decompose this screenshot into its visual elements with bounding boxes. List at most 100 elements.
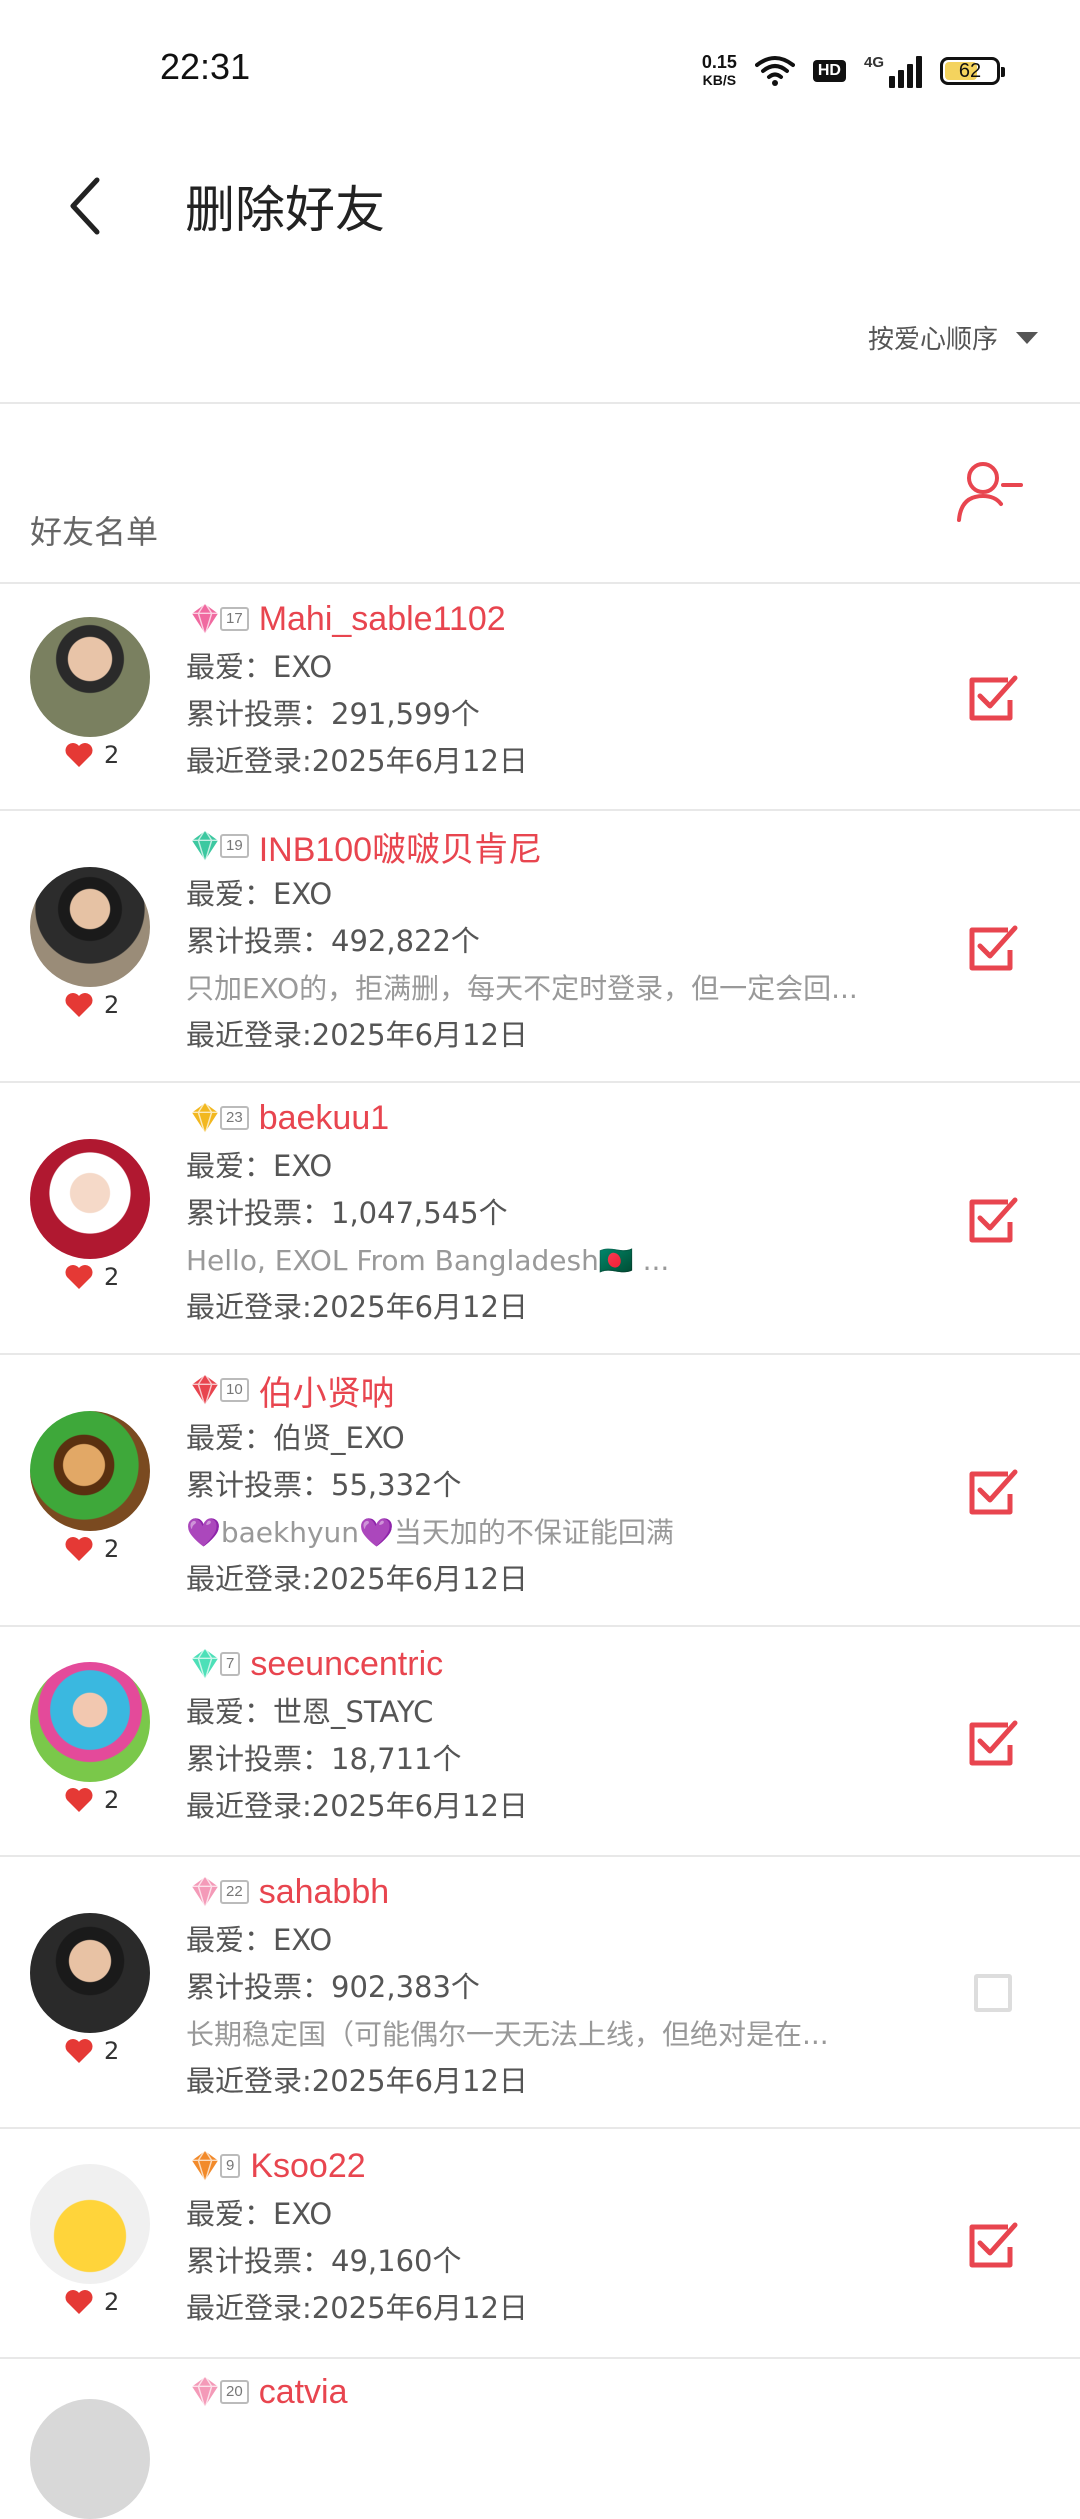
total-votes: 累计投票：55,332个 (186, 1468, 462, 1502)
checkbox-checked-icon[interactable] (968, 1194, 1018, 1244)
gem-icon (189, 1646, 221, 1683)
friend-name[interactable]: sahabbh (259, 1873, 389, 1912)
level-number: 22 (220, 1880, 249, 1904)
bio-text: 只加EXO的，拒满删，每天不定时登录，但一定会回... (186, 972, 858, 1005)
friend-row[interactable]: 2 19 INB100啵啵贝肯尼最爱：EXO 累计投票：492,822个只加EXO的，… (0, 811, 1080, 1083)
avatar[interactable] (30, 2164, 150, 2284)
cell-signal-icon: 4G (864, 54, 922, 88)
level-number: 23 (220, 1106, 249, 1130)
list-title: 好友名单 (30, 513, 159, 551)
likes-count: 2 (64, 741, 119, 769)
name-line: 9 Ksoo22 (186, 2141, 940, 2191)
friend-info: 10 伯小贤呐 最爱：伯贤_EXO 累计投票：55,332个 💜baekhyun💜当天加… (186, 1365, 940, 1603)
likes-count: 2 (64, 2288, 119, 2316)
friend-name[interactable]: INB100啵啵贝肯尼 (259, 822, 542, 871)
level-badge: 10 (186, 1371, 249, 1409)
likes-count: 2 (64, 991, 119, 1019)
avatar[interactable] (30, 867, 150, 987)
likes-value: 2 (104, 1786, 120, 1814)
friend-row[interactable]: 2 10 伯小贤呐 最爱：伯贤_EXO 累计投票：55,332个 💜baekhyun💜当天… (0, 1355, 1080, 1627)
total-votes: 累计投票：492,822个 (186, 924, 480, 958)
likes-value: 2 (104, 1535, 120, 1563)
avatar[interactable] (30, 1139, 150, 1259)
friend-row[interactable]: 2 22 sahabbh 最爱：EXO 累计投票：902,383个 长期稳定国（可能偶尔一… (0, 1857, 1080, 2129)
status-icons: 0.15 KB/S HD 4G 62 (701, 48, 1005, 94)
checkbox-unchecked[interactable] (974, 1974, 1012, 2012)
friend-name[interactable]: Mahi_sable1102 (259, 600, 506, 639)
sort-label: 按爱心顺序 (867, 325, 998, 355)
name-line: 10 伯小贤呐 (186, 1365, 940, 1415)
avatar[interactable] (30, 2399, 150, 2519)
bio-text: 💜baekhyun💜当天加的不保证能回满 (186, 1516, 674, 1549)
checkbox-checked-icon[interactable] (968, 672, 1018, 722)
sort-dropdown[interactable]: 按爱心顺序 (868, 319, 1038, 356)
heart-icon (65, 993, 93, 1017)
network-speed-unit: KB/S (702, 72, 737, 88)
likes-value: 2 (104, 1263, 120, 1291)
last-login: 最近登录:2025年6月12日 (186, 1562, 528, 1596)
friend-info: 9 Ksoo22 最爱：EXO 累计投票：49,160个 最近登录:2025年6月12日 (186, 2141, 940, 2332)
friend-info: 22 sahabbh 最爱：EXO 累计投票：902,383个 长期稳定国（可能偶尔一天… (186, 1867, 940, 2105)
name-line: 23 baekuu1 (186, 1093, 940, 1143)
friend-info: 23 baekuu1 最爱：EXO 累计投票：1,047,545个 Hello, EXO… (186, 1093, 940, 1331)
gem-icon (189, 1874, 221, 1911)
heart-icon (65, 2290, 93, 2314)
gem-icon (189, 2374, 221, 2411)
level-badge: 17 (186, 600, 249, 638)
remove-friend-button[interactable] (955, 458, 1025, 528)
friend-row[interactable]: 2 7 seeuncentric 最爱：世恩_STAYC 累计投票：18,711个 最近登… (0, 1627, 1080, 1857)
friend-name[interactable]: baekuu1 (259, 1099, 389, 1138)
level-badge: 22 (186, 1873, 249, 1911)
avatar[interactable] (30, 1662, 150, 1782)
friend-name[interactable]: seeuncentric (250, 1645, 443, 1684)
name-line: 20 catvia (186, 2367, 940, 2417)
gem-icon (189, 828, 221, 865)
level-badge: 19 (186, 827, 249, 865)
likes-value: 2 (104, 741, 120, 769)
app-header: 删除好友 (0, 140, 1080, 270)
friend-row[interactable]: 2 23 baekuu1 最爱：EXO 累计投票：1,047,545个 Hello, EX… (0, 1083, 1080, 1355)
checkbox-checked-icon[interactable] (968, 1717, 1018, 1767)
friend-name[interactable]: catvia (259, 2373, 348, 2412)
checkbox-checked-icon[interactable] (968, 1466, 1018, 1516)
name-line: 7 seeuncentric (186, 1639, 940, 1689)
friend-info: 20 catvia (186, 2367, 940, 2417)
wifi-icon (754, 56, 795, 86)
level-number: 7 (220, 1652, 241, 1676)
friend-row[interactable]: 2 17 Mahi_sable1102 最爱：EXO 累计投票：291,599个 最近登录… (0, 583, 1080, 811)
favorite-artist: 最爱：EXO (186, 877, 333, 911)
likes-value: 2 (104, 2037, 120, 2065)
likes-count: 2 (64, 1535, 119, 1563)
heart-icon (65, 1788, 93, 1812)
heart-icon (65, 2039, 93, 2063)
avatar[interactable] (30, 1411, 150, 1531)
friend-info: 17 Mahi_sable1102 最爱：EXO 累计投票：291,599个 最近登录:… (186, 594, 940, 785)
favorite-artist: 最爱：EXO (186, 1923, 333, 1957)
likes-count: 2 (64, 2037, 119, 2065)
gem-icon (189, 2148, 221, 2185)
page-title: 删除好友 (185, 181, 385, 239)
network-speed-value: 0.15 (701, 52, 737, 72)
avatar[interactable] (30, 617, 150, 737)
gem-icon (189, 601, 221, 638)
user-minus-icon (957, 462, 1023, 522)
level-badge: 9 (186, 2147, 241, 2185)
friend-row[interactable]: 2 9 Ksoo22 最爱：EXO 累计投票：49,160个 最近登录:2025年6月12… (0, 2129, 1080, 2359)
favorite-artist: 最爱：EXO (186, 650, 333, 684)
total-votes: 累计投票：291,599个 (186, 697, 480, 731)
checkbox-checked-icon[interactable] (968, 922, 1018, 972)
avatar[interactable] (30, 1913, 150, 2033)
friend-name[interactable]: 伯小贤呐 (259, 1366, 395, 1415)
favorite-artist: 最爱：EXO (186, 1149, 333, 1183)
friend-name[interactable]: Ksoo22 (250, 2147, 365, 2186)
checkbox-checked-icon[interactable] (968, 2219, 1018, 2269)
friend-row[interactable]: 20 catvia (0, 2359, 1080, 2519)
total-votes: 累计投票：1,047,545个 (186, 1196, 508, 1230)
heart-icon (65, 743, 93, 767)
level-number: 19 (220, 834, 249, 858)
back-button[interactable] (50, 166, 120, 246)
level-number: 17 (220, 607, 249, 631)
bio-text: 长期稳定国（可能偶尔一天无法上线，但绝对是在... (186, 2018, 829, 2051)
name-line: 22 sahabbh (186, 1867, 940, 1917)
level-number: 10 (220, 1378, 249, 1402)
